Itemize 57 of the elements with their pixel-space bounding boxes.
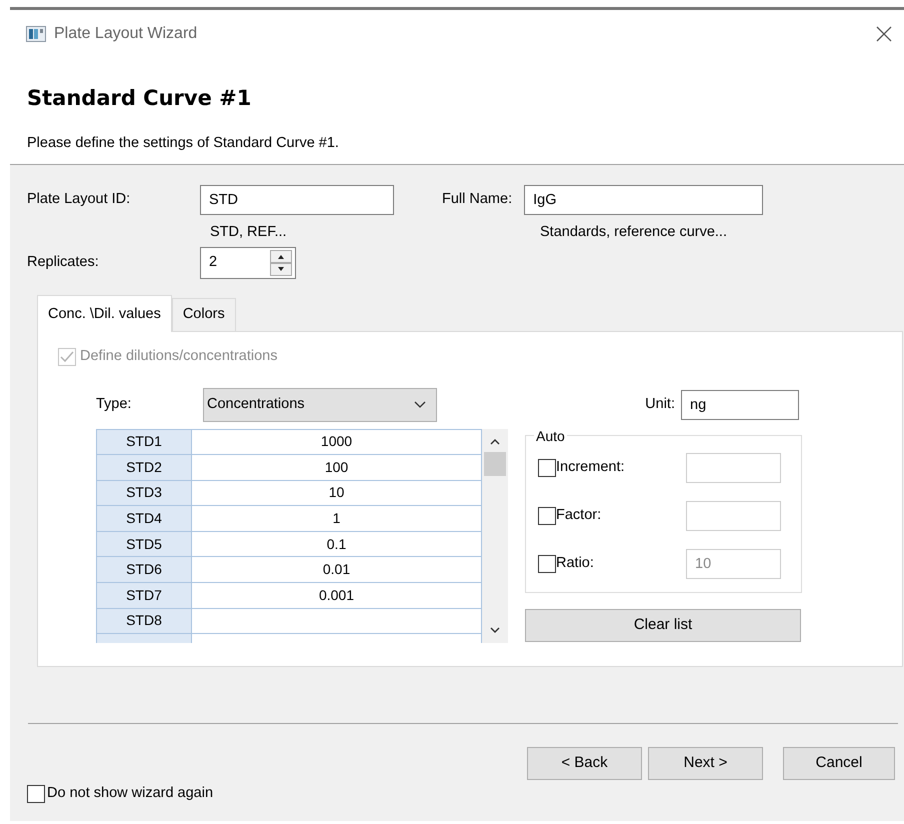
- scroll-down-icon[interactable]: [490, 626, 500, 634]
- table-cell[interactable]: 0.01: [192, 556, 482, 583]
- field-label: Unit:: [645, 394, 675, 414]
- wizard-button[interactable]: < Back: [527, 746, 642, 780]
- table-cell[interactable]: [192, 608, 482, 634]
- text-field[interactable]: IgG: [524, 185, 764, 215]
- checkbox[interactable]: [538, 458, 556, 476]
- row-header[interactable]: STD7: [96, 582, 192, 608]
- page-heading: Standard Curve #1: [27, 86, 252, 112]
- spinner-arrows-icon[interactable]: [270, 250, 292, 276]
- row-header[interactable]: STD5: [96, 531, 192, 557]
- checkbox-label: Ratio:: [556, 554, 595, 573]
- table-cell[interactable]: 10: [192, 480, 482, 506]
- close-icon[interactable]: [876, 26, 892, 42]
- checkbox-label: Increment:: [556, 458, 626, 477]
- field-label: Replicates:: [27, 252, 100, 272]
- window-title: Plate Layout Wizard: [54, 24, 198, 44]
- row-header[interactable]: STD4: [96, 506, 192, 532]
- field-label: Full Name:: [442, 190, 512, 210]
- wizard-button[interactable]: Next >: [648, 746, 763, 780]
- table-cell[interactable]: 100: [192, 454, 482, 480]
- row-header[interactable]: STD1: [96, 429, 192, 455]
- page-subtitle: Please define the settings of Standard Curve #1.: [27, 134, 340, 154]
- tab[interactable]: Colors: [172, 298, 236, 331]
- hint-text: Standards, reference curve...: [540, 223, 727, 242]
- row-header[interactable]: STD6: [96, 556, 192, 583]
- field-label: Plate Layout ID:: [27, 190, 132, 210]
- wizard-button[interactable]: Cancel: [783, 746, 895, 780]
- field-label: Type:: [96, 394, 132, 414]
- spin-box[interactable]: 2: [200, 246, 296, 279]
- table-cell[interactable]: 1: [192, 506, 482, 532]
- row-header[interactable]: STD8: [96, 608, 192, 634]
- app-icon: [26, 26, 46, 42]
- checkbox[interactable]: [538, 506, 556, 524]
- checkbox[interactable]: [27, 784, 45, 803]
- scroll-thumb[interactable]: [484, 452, 506, 476]
- checkbox-label: Do not show wizard again: [47, 784, 214, 803]
- table-cell[interactable]: 1000: [192, 429, 482, 455]
- tab[interactable]: Conc. \Dil. values: [37, 295, 172, 332]
- checkbox-label: Define dilutions/concentrations: [80, 346, 278, 366]
- text-field[interactable]: [686, 452, 781, 482]
- hint-text: STD, REF...: [210, 223, 288, 242]
- text-field[interactable]: [686, 500, 781, 530]
- table-cell[interactable]: 0.1: [192, 531, 482, 557]
- checkbox-label: Factor:: [556, 506, 602, 525]
- row-header[interactable]: STD3: [96, 480, 192, 506]
- row-header[interactable]: STD2: [96, 454, 192, 480]
- text-field[interactable]: ng: [681, 390, 799, 420]
- clear-list-button[interactable]: Clear list: [525, 608, 801, 642]
- text-field[interactable]: STD: [200, 185, 394, 215]
- caret-icon: [414, 401, 426, 408]
- table-cell[interactable]: 0.001: [192, 582, 482, 608]
- scrollbar[interactable]: [482, 428, 508, 642]
- checkbox[interactable]: [538, 554, 556, 572]
- dropdown[interactable]: Concentrations: [203, 388, 437, 422]
- scroll-up-icon[interactable]: [490, 438, 500, 444]
- text-field[interactable]: 10: [686, 548, 781, 578]
